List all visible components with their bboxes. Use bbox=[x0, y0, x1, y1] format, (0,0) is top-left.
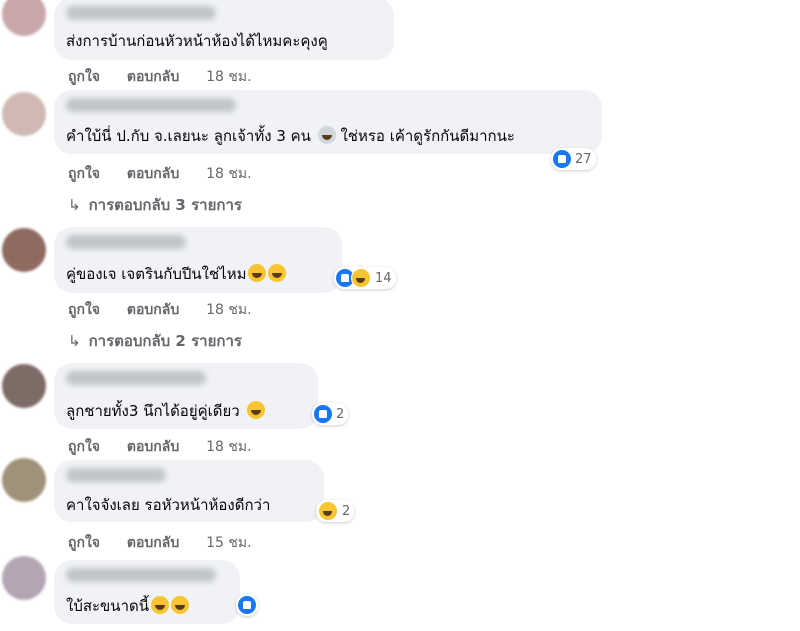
comment-text: ลูกชายทั้ง3 นึกได้อยู่คู่เดียว bbox=[66, 401, 265, 421]
thinking-emoji-icon bbox=[248, 264, 267, 282]
replies-count-label: การตอบกลับ 3 รายการ bbox=[88, 196, 242, 214]
like-reaction-icon bbox=[238, 596, 256, 614]
comment-text-part: คำใบ้นี่ ป.กับ จ.เลยนะ ลูกเจ้าทั้ง 3 คน bbox=[66, 127, 311, 145]
comment-bubble: คาใจจังเลย รอหัวหน้าห้องดีกว่า bbox=[54, 460, 324, 522]
avatar[interactable] bbox=[2, 556, 46, 600]
comment-bubble: ใบ้สะขนาดนี้ bbox=[54, 560, 240, 624]
comment-text: ส่งการบ้านก่อนหัวหน้าห้องได้ไหมคะคุงคู bbox=[66, 32, 328, 50]
comment-text-part: คาใจจังเลย รอหัวหน้าห้องดีกว่า bbox=[66, 496, 271, 514]
haha-reaction-icon bbox=[351, 268, 371, 288]
laughing-emoji-icon bbox=[246, 401, 265, 419]
view-replies-link[interactable]: ↳ การตอบกลับ 3 รายการ bbox=[68, 193, 242, 217]
reply-arrow-icon: ↳ bbox=[68, 332, 81, 350]
reaction-count: 2 bbox=[336, 406, 345, 422]
comment-bubble: ลูกชายทั้ง3 นึกได้อยู่คู่เดียว bbox=[54, 363, 318, 429]
comment-actions: ถูกใจ ตอบกลับ 18 ชม. bbox=[68, 66, 274, 88]
reaction-summary[interactable] bbox=[236, 594, 258, 616]
avatar[interactable] bbox=[2, 458, 46, 502]
like-link[interactable]: ถูกใจ bbox=[68, 166, 100, 182]
rofl-emoji-icon bbox=[170, 596, 189, 614]
reaction-count: 14 bbox=[375, 270, 392, 286]
timestamp[interactable]: 15 ชม. bbox=[206, 535, 251, 551]
reaction-summary[interactable]: 2 bbox=[312, 403, 349, 425]
comment-text: คาใจจังเลย รอหัวหน้าห้องดีกว่า bbox=[66, 495, 270, 515]
comment-bubble: ส่งการบ้านก่อนหัวหน้าห้องได้ไหมคะคุงคู bbox=[54, 0, 394, 60]
comment-actions: ถูกใจ ตอบกลับ 18 ชม. bbox=[68, 163, 274, 185]
like-reaction-icon bbox=[553, 150, 571, 168]
reply-link[interactable]: ตอบกลับ bbox=[127, 302, 179, 318]
thinking-emoji-icon bbox=[268, 264, 287, 282]
reply-link[interactable]: ตอบกลับ bbox=[127, 535, 179, 551]
commenter-name[interactable] bbox=[66, 568, 216, 582]
commenter-name[interactable] bbox=[66, 468, 166, 482]
reply-link[interactable]: ตอบกลับ bbox=[127, 69, 179, 85]
commenter-name[interactable] bbox=[66, 235, 186, 249]
avatar[interactable] bbox=[2, 364, 46, 408]
rofl-emoji-icon bbox=[150, 596, 169, 614]
commenter-name[interactable] bbox=[66, 371, 206, 385]
like-link[interactable]: ถูกใจ bbox=[68, 535, 100, 551]
reply-link[interactable]: ตอบกลับ bbox=[127, 439, 179, 455]
timestamp[interactable]: 18 ชม. bbox=[206, 439, 251, 455]
comment-text: คำใบ้นี่ ป.กับ จ.เลยนะ ลูกเจ้าทั้ง 3 คน … bbox=[66, 126, 515, 146]
like-link[interactable]: ถูกใจ bbox=[68, 69, 100, 85]
avatar[interactable] bbox=[2, 228, 46, 272]
commenter-name[interactable] bbox=[66, 6, 216, 20]
comment-text-part: ใบ้สะขนาดนี้ bbox=[66, 597, 149, 615]
comment-text: ใบ้สะขนาดนี้ bbox=[66, 596, 189, 616]
scream-emoji-icon bbox=[317, 126, 336, 144]
reply-link[interactable]: ตอบกลับ bbox=[127, 166, 179, 182]
comment-actions: ถูกใจ ตอบกลับ 18 ชม. bbox=[68, 299, 274, 321]
haha-reaction-icon bbox=[318, 501, 338, 521]
comment-actions: ถูกใจ ตอบกลับ 15 ชม. bbox=[68, 532, 274, 554]
commenter-name[interactable] bbox=[66, 98, 236, 112]
timestamp[interactable]: 18 ชม. bbox=[206, 302, 251, 318]
comment-text-part: ลูกชายทั้ง3 นึกได้อยู่คู่เดียว bbox=[66, 402, 240, 420]
comment-text-part: คู่ของเจ เจตรินกับปีนใช่ไหม bbox=[66, 265, 247, 283]
reaction-count: 2 bbox=[342, 503, 351, 519]
reaction-count: 27 bbox=[575, 151, 592, 167]
comment-actions: ถูกใจ ตอบกลับ 18 ชม. bbox=[68, 436, 274, 458]
view-replies-link[interactable]: ↳ การตอบกลับ 2 รายการ bbox=[68, 329, 242, 353]
comment-bubble: คำใบ้นี่ ป.กับ จ.เลยนะ ลูกเจ้าทั้ง 3 คน … bbox=[54, 90, 602, 154]
reaction-summary[interactable]: 27 bbox=[551, 148, 596, 170]
timestamp[interactable]: 18 ชม. bbox=[206, 69, 251, 85]
like-reaction-icon bbox=[314, 405, 332, 423]
reaction-summary[interactable]: 14 bbox=[334, 267, 396, 289]
replies-count-label: การตอบกลับ 2 รายการ bbox=[88, 332, 242, 350]
timestamp[interactable]: 18 ชม. bbox=[206, 166, 251, 182]
comment-text-part: ใช่หรอ เค้าดูรักกันดีมากนะ bbox=[340, 127, 515, 145]
reaction-summary[interactable]: 2 bbox=[316, 500, 355, 522]
avatar[interactable] bbox=[2, 92, 46, 136]
like-link[interactable]: ถูกใจ bbox=[68, 439, 100, 455]
comment-text: คู่ของเจ เจตรินกับปีนใช่ไหม bbox=[66, 264, 287, 284]
reply-arrow-icon: ↳ bbox=[68, 196, 81, 214]
like-link[interactable]: ถูกใจ bbox=[68, 302, 100, 318]
comment-bubble: คู่ของเจ เจตรินกับปีนใช่ไหม bbox=[54, 227, 342, 293]
